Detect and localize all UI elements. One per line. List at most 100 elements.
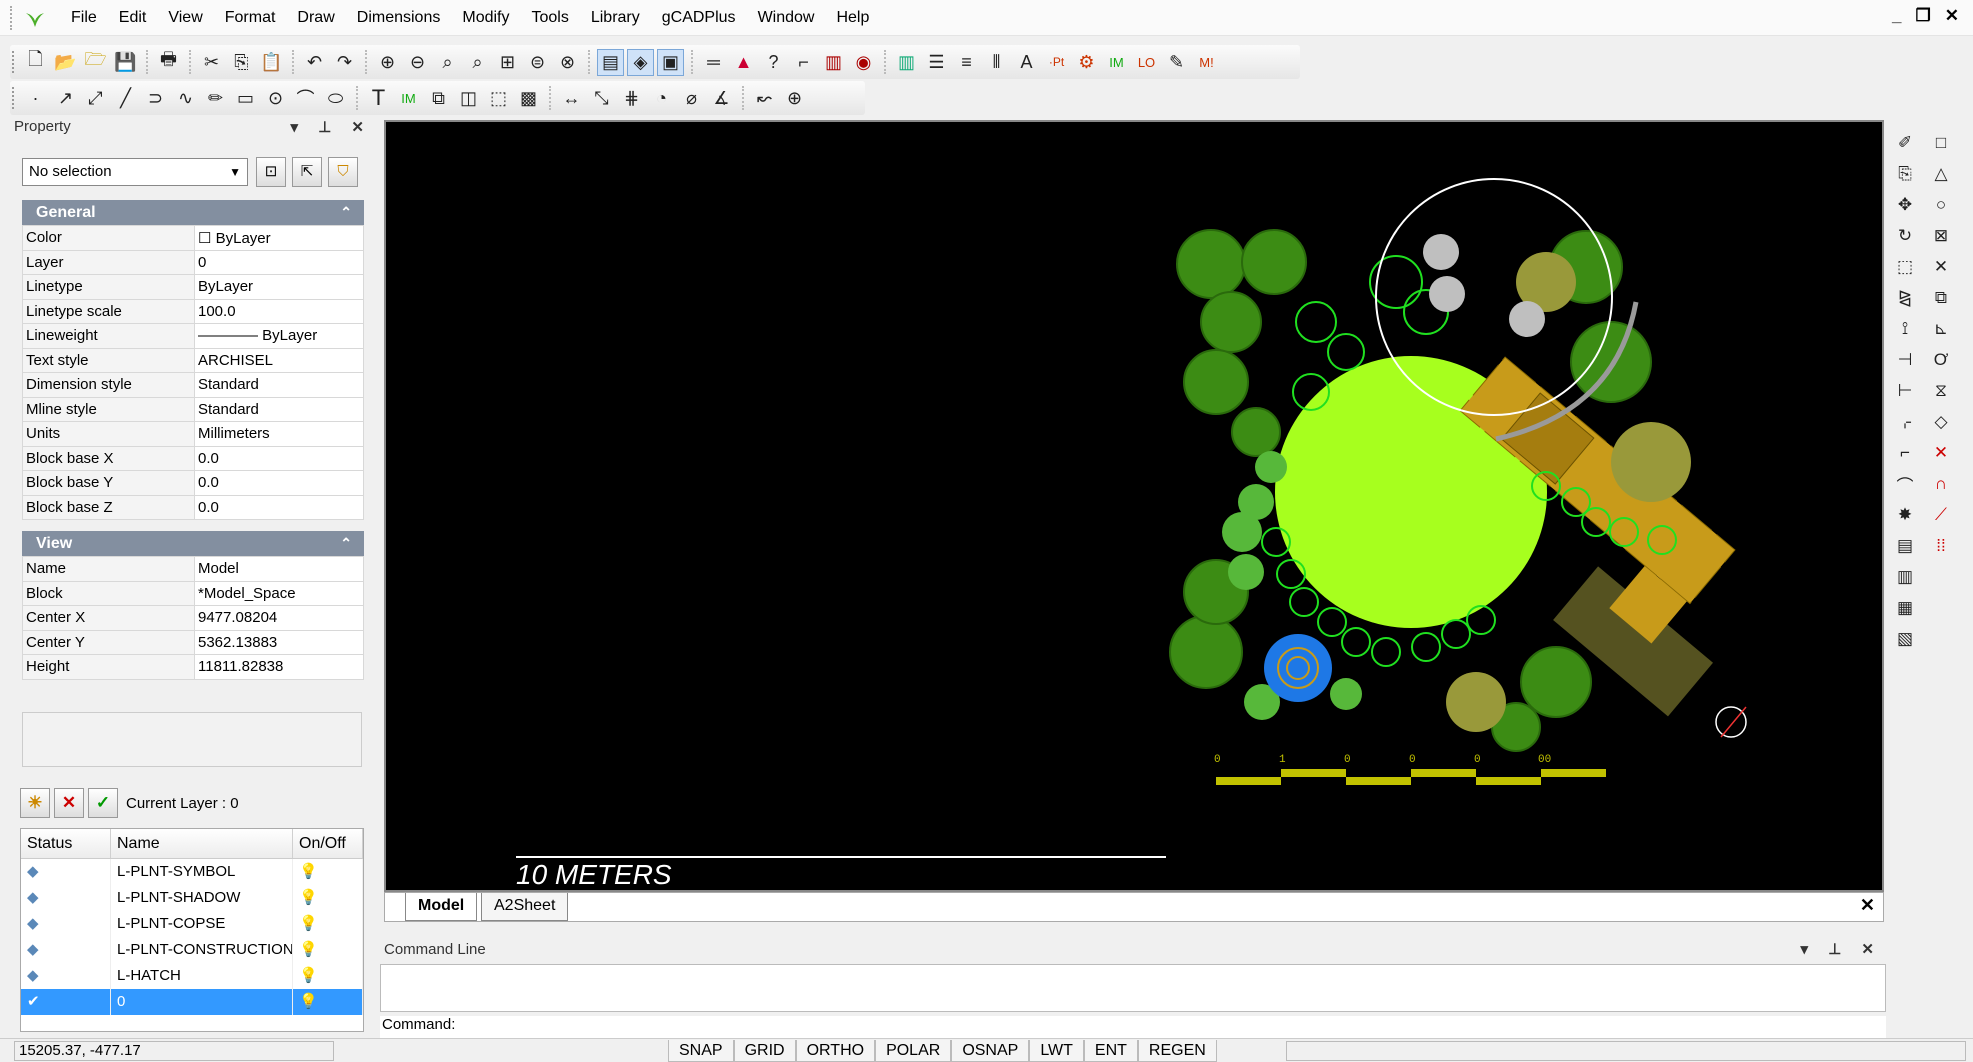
undo-icon[interactable]: ↶ [301,49,328,76]
toolbar-grip[interactable] [12,87,16,109]
property-value[interactable]: ByLayer [194,274,364,300]
ray-icon[interactable]: ↗ [52,85,79,112]
text-style-icon[interactable]: A [1013,49,1040,76]
leader-icon[interactable]: ↜ [751,85,778,112]
break-icon[interactable]: ⌌ [1890,407,1920,437]
status-toggle-polar[interactable]: POLAR [875,1040,952,1062]
copy-icon[interactable]: ⎘ [228,49,255,76]
center-mark-icon[interactable]: ⊕ [781,85,808,112]
block-insert-icon[interactable]: ⧉ [425,85,452,112]
edit-block-icon[interactable]: ✎ [1163,49,1190,76]
general-section-header[interactable]: General ⌃ [22,200,364,225]
ordinate-dimension-icon[interactable]: ⋕ [618,85,645,112]
toggle-pickadd-button[interactable]: ⊡ [256,157,286,187]
minimize-button[interactable]: _ [1892,6,1901,26]
snap-extension-icon[interactable]: ⧉ [1926,283,1956,313]
3d-box-icon[interactable]: ◫ [455,85,482,112]
onoff-column-header[interactable]: On/Off [293,829,363,858]
layer-row[interactable]: ◆ L-PLNT-COPSE 💡 [21,911,363,937]
region-icon[interactable]: ⬚ [485,85,512,112]
lightbulb-icon[interactable]: 💡 [293,989,363,1015]
rectangle-icon[interactable]: ▭ [232,85,259,112]
layer-row[interactable]: ◆ L-PLNT-CONSTRUCTION 💡 [21,937,363,963]
tab-model[interactable]: Model [405,893,478,921]
layer-row[interactable]: ◆ L-HATCH 💡 [21,963,363,989]
open-file-icon[interactable]: 📂 [52,49,79,76]
hatch-icon[interactable]: ▥ [820,49,847,76]
pencil-icon[interactable]: ✏ [202,85,229,112]
offset-icon[interactable]: ▥ [1890,562,1920,592]
layer-row[interactable]: ✔ 0 💡 [21,989,363,1015]
lightbulb-icon[interactable]: 💡 [293,963,363,989]
close-button[interactable]: ✕ [1945,6,1959,26]
polyline-icon[interactable]: ⊃ [142,85,169,112]
property-value[interactable]: 5362.13883 [194,629,364,655]
property-value[interactable]: Standard [194,396,364,422]
close-tab-icon[interactable]: ✕ [1860,895,1875,916]
drawing-canvas[interactable]: 0 1 0 0 0 00 10 METERS [384,120,1884,892]
select-objects-button[interactable]: ⇱ [292,157,322,187]
collapse-icon[interactable]: ⌃ [340,200,352,225]
snap-endpoint-icon[interactable]: □ [1926,128,1956,158]
diameter-dimension-icon[interactable]: ⌀ [678,85,705,112]
new-file-icon[interactable]: 🗋 [22,49,49,76]
layer-status-icon[interactable]: ◆ [21,859,111,885]
lineweight-list-icon[interactable]: ⦀ [983,49,1010,76]
snap-node-icon[interactable]: ⊠ [1926,221,1956,251]
point-icon[interactable]: · [22,85,49,112]
layer-status-icon[interactable]: ◆ [21,963,111,989]
linetype-icon[interactable]: ═ [700,49,727,76]
fillet-icon[interactable]: ⌒ [1890,469,1920,499]
snap-apparent-icon[interactable]: ⧖ [1926,376,1956,406]
snap-intersection-icon[interactable]: ✕ [1926,252,1956,282]
property-value[interactable]: 0.0 [194,445,364,471]
layer-status-icon[interactable]: ◆ [21,937,111,963]
set-current-layer-button[interactable]: ✓ [88,788,118,818]
view-section-header[interactable]: View ⌃ [22,531,364,556]
layer-status-icon[interactable]: ◆ [21,885,111,911]
paste-icon[interactable]: 📋 [258,49,285,76]
layer-list-icon[interactable]: ☰ [923,49,950,76]
properties-icon[interactable]: ◉ [850,49,877,76]
array-icon[interactable]: ▤ [1890,531,1920,561]
save-icon[interactable]: 💾 [112,49,139,76]
circle-icon[interactable]: ⊙ [262,85,289,112]
draworder-icon[interactable]: ▦ [1890,593,1920,623]
menu-view[interactable]: View [157,0,213,36]
angular-dimension-icon[interactable]: ∡ [708,85,735,112]
status-column-header[interactable]: Status [21,829,111,858]
new-layer-button[interactable]: ☀ [20,788,50,818]
redo-icon[interactable]: ↷ [331,49,358,76]
property-value[interactable]: 11811.82838 [194,654,364,680]
layer-status-icon[interactable]: ◆ [21,911,111,937]
insert-block-icon[interactable]: LO [1133,49,1160,76]
property-value[interactable]: 0.0 [194,494,364,520]
snap-none-icon[interactable]: ✕ [1926,438,1956,468]
menu-edit[interactable]: Edit [108,0,158,36]
property-value[interactable]: 0.0 [194,470,364,496]
copy-object-icon[interactable]: ⎘ [1890,159,1920,189]
menubar-grip[interactable] [10,5,18,30]
zoom-realtime-icon[interactable]: ⌕ [434,49,461,76]
lightbulb-icon[interactable]: 💡 [293,885,363,911]
text-icon[interactable]: T [365,85,392,112]
zoom-all-icon[interactable]: ⊗ [554,49,581,76]
explode-icon[interactable]: ✸ [1890,500,1920,530]
layer-row[interactable]: ◆ L-PLNT-SYMBOL 💡 [21,859,363,885]
mirror-icon[interactable]: ⧎ [1890,283,1920,313]
scale-icon[interactable]: ⬚ [1890,252,1920,282]
property-value[interactable]: Millimeters [194,421,364,447]
property-value[interactable]: ———— ByLayer [194,323,364,349]
menu-window[interactable]: Window [747,0,826,36]
line-icon[interactable]: ╱ [112,85,139,112]
layer-states-icon[interactable]: ◈ [627,48,654,76]
property-value[interactable]: 9477.08204 [194,605,364,631]
aligned-dimension-icon[interactable]: ⤡ [588,85,615,112]
toolbar-grip[interactable] [12,51,16,73]
layer-previous-icon[interactable]: ▣ [657,48,684,76]
command-line-controls[interactable]: ▾ ⊥ ✕ [1801,938,1883,962]
snap-quadrant-icon[interactable]: ◇ [1926,407,1956,437]
current-layer-check-icon[interactable]: ✔ [21,989,111,1015]
snap-nearest-icon[interactable]: ⟋ [1926,500,1956,530]
status-toggle-snap[interactable]: SNAP [668,1040,734,1062]
